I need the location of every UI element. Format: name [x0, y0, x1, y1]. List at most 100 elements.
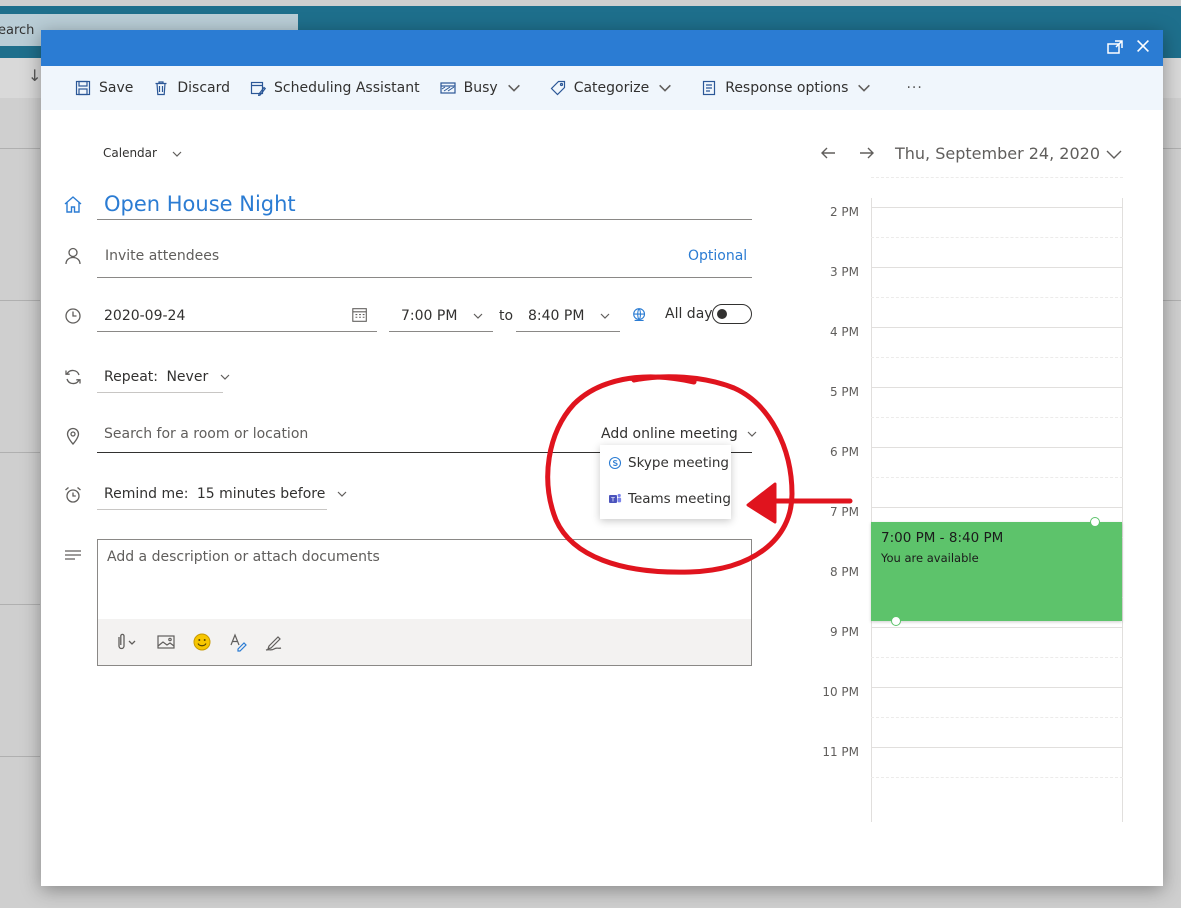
toggle-knob: [717, 309, 727, 319]
background-divider: [0, 148, 40, 149]
start-time-dropdown[interactable]: 7:00 PM: [401, 308, 457, 324]
hour-line: [871, 747, 1123, 748]
remind-value: 15 minutes before: [196, 486, 326, 502]
hour-line: [871, 687, 1123, 688]
skype-meeting-label: Skype meeting: [628, 455, 729, 471]
tag-icon: [550, 80, 565, 96]
trash-icon: [155, 81, 167, 96]
chevron-down-icon: [600, 313, 610, 319]
chevron-down-icon: [858, 84, 871, 92]
picture-icon: [157, 635, 175, 649]
all-day-label: All day: [665, 306, 713, 322]
event-time: 7:00 PM - 8:40 PM: [881, 530, 1004, 546]
repeat-value: Never: [166, 369, 209, 385]
busy-dropdown[interactable]: Busy: [440, 80, 530, 96]
pen-signature-icon: [265, 636, 282, 651]
title-underline: [97, 219, 752, 220]
previous-day-arrow-icon[interactable]: [818, 143, 838, 163]
categorize-label: Categorize: [573, 80, 650, 96]
discard-button[interactable]: Discard: [153, 80, 230, 96]
teams-meeting-option[interactable]: T Teams meeting: [608, 491, 731, 507]
start-date-input[interactable]: 2020-09-24: [104, 308, 185, 324]
teams-icon: T: [609, 493, 622, 504]
arrow-down-icon: ↓: [28, 66, 42, 85]
start-time-underline: [389, 331, 493, 332]
paperclip-icon: [118, 633, 136, 650]
day-view-grid[interactable]: [871, 177, 1123, 822]
hour-label: 6 PM: [829, 445, 859, 459]
chevron-down-icon: [507, 84, 520, 92]
format-text-button[interactable]: [228, 631, 250, 653]
hour-label: 3 PM: [829, 265, 859, 279]
event-block[interactable]: 7:00 PM - 8:40 PM You are available: [871, 517, 1122, 626]
hour-label: 11 PM: [822, 745, 859, 759]
background-divider: [0, 756, 40, 757]
background-divider: [0, 604, 40, 605]
skype-meeting-option[interactable]: Skype meeting: [608, 455, 729, 471]
hour-line: [871, 447, 1123, 448]
more-options-button[interactable]: ···: [906, 80, 922, 96]
location-pin-icon: [63, 426, 83, 446]
hour-label: 5 PM: [829, 385, 859, 399]
description-editor[interactable]: Add a description or attach documents: [97, 539, 752, 666]
response-options-dropdown[interactable]: Response options: [701, 80, 880, 96]
emoji-button[interactable]: [192, 631, 214, 653]
time-zone-globe-icon[interactable]: [631, 306, 651, 326]
calendar-picker[interactable]: Calendar: [103, 146, 183, 160]
to-label: to: [499, 308, 514, 324]
all-day-toggle[interactable]: [712, 304, 752, 324]
hour-line: [871, 507, 1123, 508]
resize-handle-bottom[interactable]: [891, 616, 901, 626]
half-hour-line: [871, 297, 1123, 298]
calendar-date-label[interactable]: Thu, September 24, 2020: [895, 144, 1100, 163]
start-time-value: 7:00 PM: [401, 308, 458, 324]
repeat-dropdown[interactable]: Repeat: Never: [104, 369, 231, 385]
calendar-label: Calendar: [103, 146, 157, 160]
location-input[interactable]: Search for a room or location: [104, 426, 308, 442]
description-toolbar: [98, 619, 751, 665]
end-time-value: 8:40 PM: [528, 308, 585, 324]
optional-attendees-link[interactable]: Optional: [688, 248, 747, 264]
end-time-dropdown[interactable]: 8:40 PM: [528, 308, 584, 324]
clock-icon: [63, 306, 83, 326]
emoji-icon: [193, 633, 211, 651]
categorize-dropdown[interactable]: Categorize: [550, 80, 682, 96]
end-time-underline: [516, 331, 620, 332]
dialog-titlebar: [41, 30, 1163, 66]
skype-icon: [608, 456, 622, 470]
hour-label: 7 PM: [829, 505, 859, 519]
signature-button[interactable]: [264, 631, 286, 653]
next-day-arrow-icon[interactable]: [857, 143, 877, 163]
close-icon[interactable]: [1133, 37, 1153, 57]
svg-text:T: T: [610, 496, 615, 504]
event-dialog: Save Discard Scheduling Assistant Busy C…: [41, 30, 1163, 886]
response-options-label: Response options: [725, 80, 849, 96]
background-divider: [0, 300, 40, 301]
add-online-meeting-dropdown[interactable]: Add online meeting: [601, 426, 758, 442]
discard-label: Discard: [177, 80, 231, 96]
insert-picture-button[interactable]: [156, 631, 178, 653]
chevron-down-icon[interactable]: [1105, 147, 1123, 161]
description-placeholder: Add a description or attach documents: [107, 549, 380, 565]
scheduling-assistant-button[interactable]: Scheduling Assistant: [250, 80, 420, 96]
command-toolbar: Save Discard Scheduling Assistant Busy C…: [41, 66, 1163, 110]
grid-left-border: [871, 198, 872, 822]
half-hour-line: [871, 657, 1123, 658]
text-align-icon: [63, 546, 83, 566]
resize-handle-top[interactable]: [1090, 517, 1100, 527]
hour-label: 2 PM: [829, 205, 859, 219]
repeat-icon: [63, 367, 83, 387]
alarm-clock-icon: [63, 485, 83, 505]
calendar-icon[interactable]: [351, 306, 371, 326]
reminder-underline: [97, 509, 327, 510]
save-label: Save: [99, 80, 134, 96]
save-button[interactable]: Save: [75, 80, 133, 96]
invite-attendees-input[interactable]: Invite attendees: [105, 248, 219, 264]
online-meeting-menu: Skype meeting T Teams meeting: [600, 445, 731, 519]
hour-label: 4 PM: [829, 325, 859, 339]
event-title-input[interactable]: Open House Night: [104, 192, 296, 216]
attach-button[interactable]: [112, 631, 142, 653]
reminder-dropdown[interactable]: Remind me: 15 minutes before: [104, 486, 348, 502]
hour-label: 10 PM: [822, 685, 859, 699]
popout-icon[interactable]: [1105, 38, 1125, 58]
